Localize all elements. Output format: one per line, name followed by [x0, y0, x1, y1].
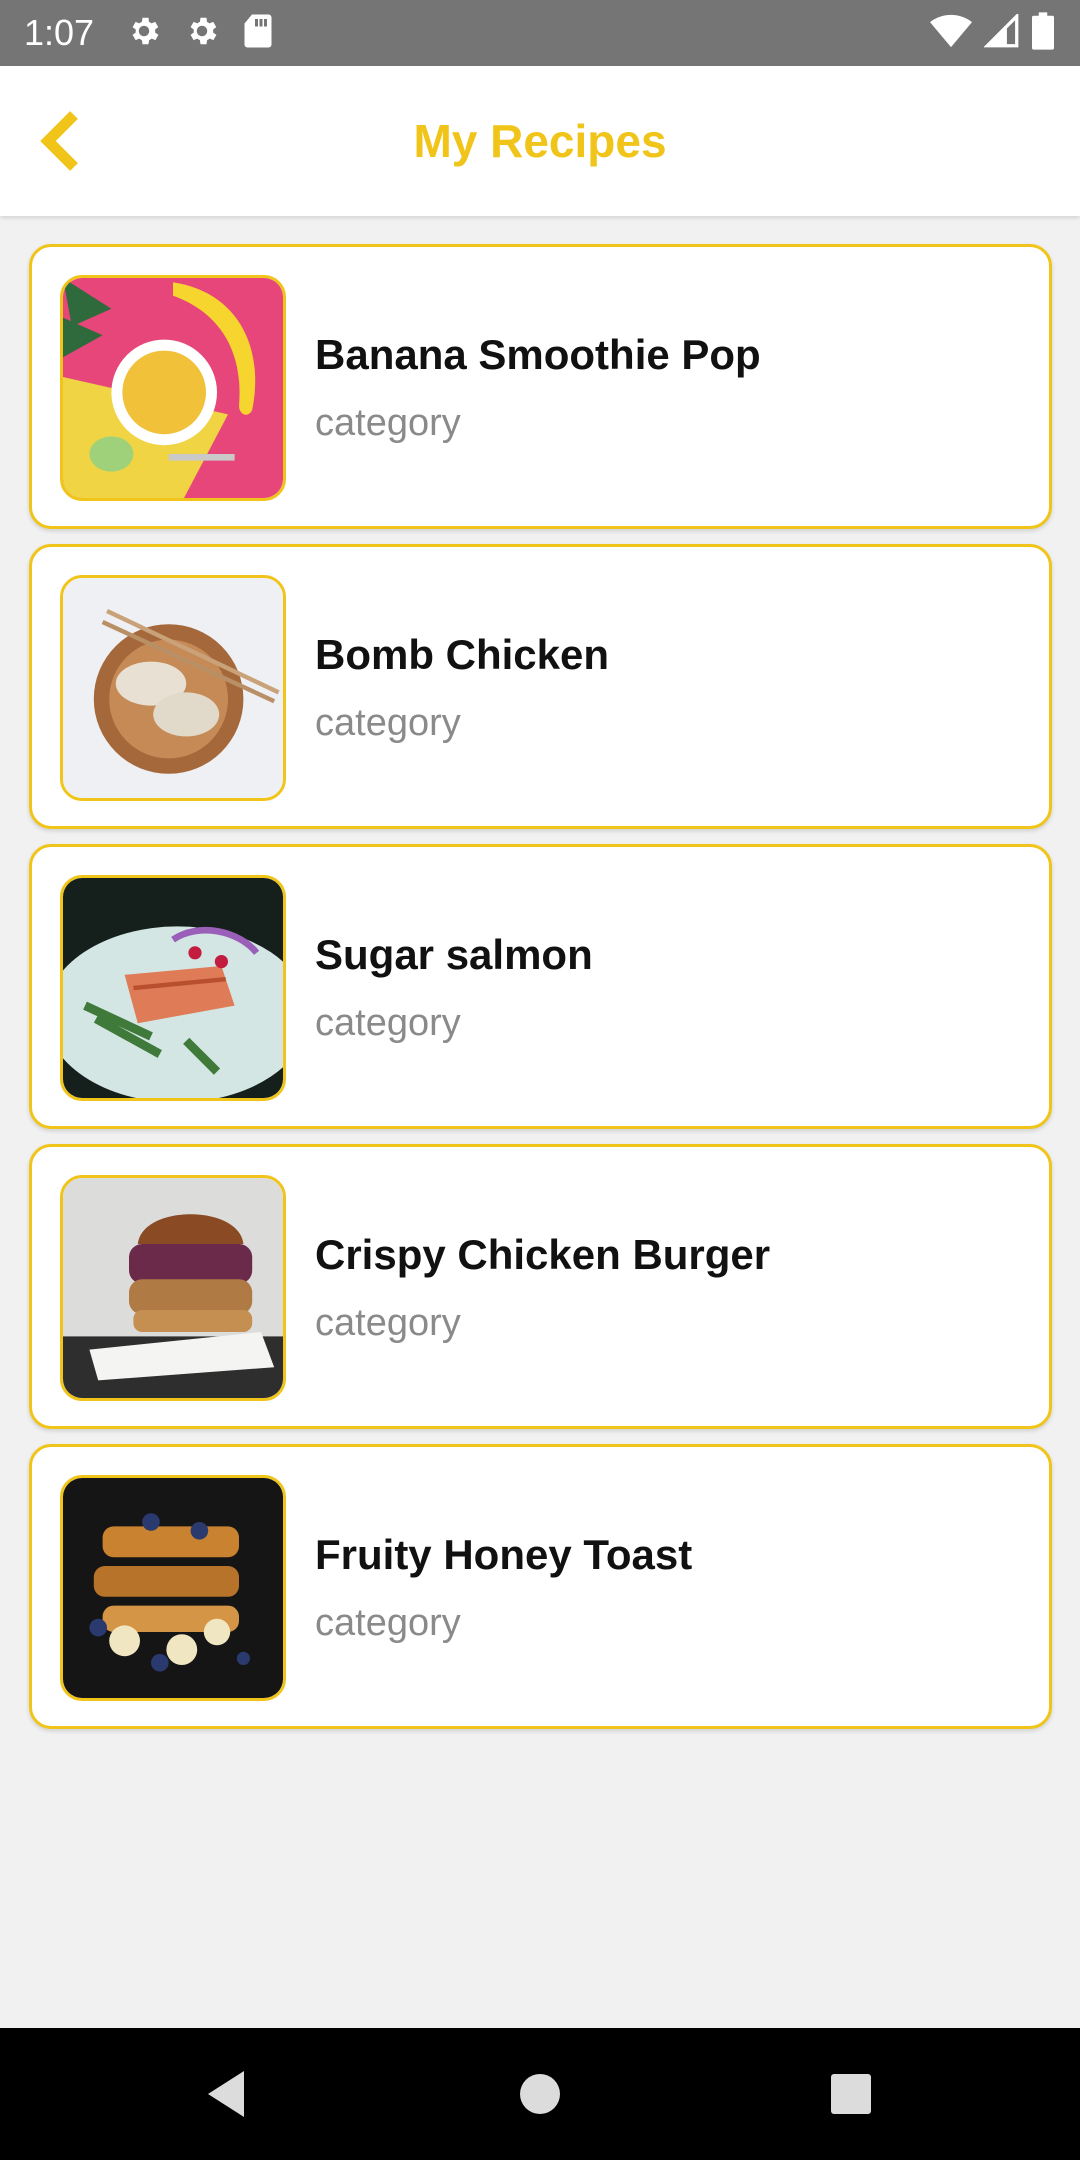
recipe-image-sugar-salmon: [60, 875, 286, 1101]
recipe-category: category: [315, 1002, 461, 1044]
recipe-card[interactable]: Bomb Chicken category: [29, 544, 1052, 829]
recipe-name: Banana Smoothie Pop: [315, 331, 761, 378]
recipe-name: Fruity Honey Toast: [315, 1531, 693, 1578]
status-time: 1:07: [24, 12, 95, 53]
sd-card-icon: [242, 13, 274, 54]
page-title: My Recipes: [413, 115, 667, 167]
recipe-category: category: [315, 1302, 461, 1344]
navigation-bar: [0, 2028, 1080, 2160]
recipe-list: Banana Smoothie Pop category Bomb Chicke…: [29, 244, 1052, 1744]
recents-square-icon: [831, 2074, 871, 2114]
battery-icon: [1032, 11, 1054, 55]
recipe-category: category: [315, 1602, 461, 1644]
nav-recents-button[interactable]: [815, 2058, 887, 2130]
recipe-name: Sugar salmon: [315, 931, 593, 978]
wifi-icon: [930, 14, 972, 53]
chevron-left-icon: [40, 111, 78, 171]
recipe-image-fruity-honey-toast: [60, 1475, 286, 1701]
nav-home-button[interactable]: [504, 2058, 576, 2130]
gear-icon: [126, 13, 162, 54]
back-button[interactable]: [24, 106, 94, 176]
recipe-category: category: [315, 402, 461, 444]
recipe-card[interactable]: Sugar salmon category: [29, 844, 1052, 1129]
nav-back-button[interactable]: [190, 2058, 262, 2130]
recipe-name: Bomb Chicken: [315, 631, 610, 678]
recipe-card[interactable]: Fruity Honey Toast category: [29, 1444, 1052, 1729]
home-circle-icon: [520, 2074, 560, 2114]
app-bar: My Recipes: [0, 66, 1080, 216]
status-icons-right: [930, 11, 1054, 55]
signal-icon: [983, 11, 1020, 53]
recipe-card[interactable]: Crispy Chicken Burger category: [29, 1144, 1052, 1429]
status-bar: 1:07: [0, 0, 1080, 66]
recipe-image-banana-smoothie: [60, 275, 286, 501]
gear-icon: [184, 13, 220, 54]
recipe-image-bomb-chicken: [60, 575, 286, 801]
recipe-name: Crispy Chicken Burger: [315, 1231, 771, 1278]
recipe-card[interactable]: Banana Smoothie Pop category: [29, 244, 1052, 529]
back-triangle-icon: [208, 2071, 244, 2117]
recipe-category: category: [315, 702, 461, 744]
status-icons-left: [126, 14, 274, 52]
recipe-image-crispy-chicken-burger: [60, 1175, 286, 1401]
